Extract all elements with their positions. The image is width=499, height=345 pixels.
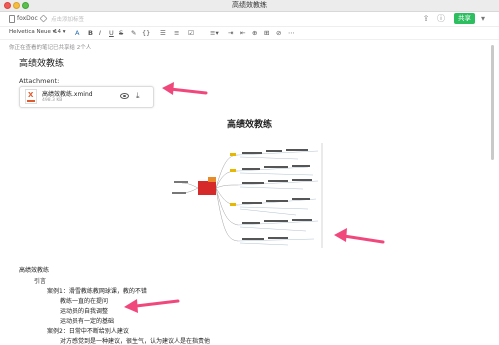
- window-title: 高绩效教练: [232, 1, 267, 9]
- highlight-icon[interactable]: ✎: [131, 28, 136, 38]
- info-icon[interactable]: ⓘ: [437, 15, 445, 23]
- numbered-list-icon[interactable]: ≡: [174, 28, 179, 38]
- share-export-icon[interactable]: ⇪: [422, 15, 430, 23]
- share-button[interactable]: 共享: [454, 13, 475, 24]
- annotation-arrow-icon: [124, 299, 180, 313]
- note-title[interactable]: 高绩效教练: [19, 56, 64, 69]
- download-icon[interactable]: ⤓: [136, 91, 140, 100]
- attachment-card[interactable]: X 高绩效教练.xmind 498.3 KB ⤓: [19, 86, 154, 108]
- font-size-select[interactable]: 14 ▾: [54, 29, 66, 35]
- mindmap-title: 高绩效教练: [226, 120, 272, 130]
- mindmap-image: [172, 143, 323, 248]
- bullet-list-icon[interactable]: ☰: [160, 28, 166, 38]
- outline-item: 案例2：日常中不断给别人建议: [47, 328, 129, 335]
- shared-info-text: 你正在查看的笔记已共享给 2个人: [9, 45, 92, 51]
- attachment-filename: 高绩效教练.xmind: [42, 91, 93, 98]
- attachment-label: Attachment:: [19, 77, 60, 85]
- outline-root: 高绩效教练: [19, 267, 50, 274]
- outline-item: 引言: [34, 278, 47, 285]
- underline-button[interactable]: U: [109, 28, 114, 38]
- strikethrough-button[interactable]: S: [119, 28, 123, 38]
- text-color-icon[interactable]: A: [75, 28, 79, 38]
- checkbox-icon[interactable]: ☑: [188, 28, 194, 38]
- link-icon[interactable]: ⊕: [252, 28, 257, 38]
- xmind-file-icon: X: [25, 89, 37, 104]
- bold-button[interactable]: B: [88, 28, 93, 38]
- outline-item: 教练一直的在提问: [60, 298, 109, 305]
- notebook-icon[interactable]: [9, 15, 15, 23]
- preview-eye-icon[interactable]: [120, 93, 129, 99]
- more-icon[interactable]: ▾: [481, 14, 485, 23]
- tag-icon[interactable]: [39, 14, 48, 23]
- more-format-icon[interactable]: ⋯: [288, 28, 295, 38]
- indent-icon[interactable]: ⇥: [228, 28, 233, 38]
- notebook-name[interactable]: foxDoc: [17, 15, 38, 22]
- note-toolbar: foxDoc 点击添加标签 ⇪ ⓘ 共享 ▾: [0, 12, 499, 27]
- code-block-button[interactable]: {}: [142, 28, 150, 38]
- window-titlebar: 高绩效教练: [0, 0, 499, 12]
- vertical-scrollbar[interactable]: [491, 45, 494, 160]
- outline-item: 对方感觉到是一种建议，很生气，认为建议人是在指责他: [60, 338, 211, 345]
- align-icon[interactable]: ≡▾: [210, 28, 219, 38]
- annotation-arrow-icon: [162, 82, 208, 95]
- italic-button[interactable]: I: [99, 28, 101, 38]
- format-toolbar: Helvetica Neue ▾ 14 ▾ A B I U S ✎ {} ☰ ≡…: [0, 27, 499, 40]
- outline-item: 运动员的自我调整: [60, 308, 109, 315]
- table-icon[interactable]: ⊞: [264, 28, 269, 38]
- attachment-filesize: 498.3 KB: [42, 98, 63, 103]
- outdent-icon[interactable]: ⇤: [240, 28, 245, 38]
- font-family-select[interactable]: Helvetica Neue ▾: [9, 29, 55, 35]
- annotation-arrow-icon: [334, 228, 385, 244]
- outline-item: 运动员有一定的基础: [60, 318, 115, 325]
- tag-input[interactable]: 点击添加标签: [51, 15, 84, 23]
- attach-icon[interactable]: ⊘: [276, 28, 281, 38]
